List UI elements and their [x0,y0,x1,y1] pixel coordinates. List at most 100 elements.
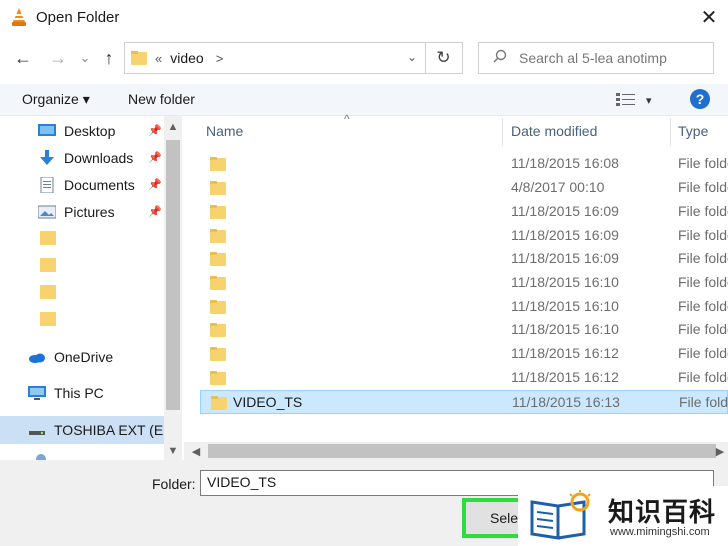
up-button[interactable]: ↑ [96,44,122,72]
table-row[interactable]: 11/18/2015 16:10 File folder [200,295,728,319]
row-type: File folder [678,321,728,337]
scroll-right-icon[interactable]: ▶ [712,442,728,460]
organize-menu[interactable]: Organize ▾ [22,91,90,108]
vlc-app-icon [12,8,26,26]
row-date: 11/18/2015 16:10 [511,298,619,314]
breadcrumb-arrow-icon[interactable]: > [216,51,224,66]
close-button[interactable]: ✕ [692,2,726,32]
table-row[interactable]: 11/18/2015 16:09 File folder [200,224,728,248]
column-header-name[interactable]: Name [206,116,502,146]
row-type: File folder [678,203,728,219]
folder-icon[interactable] [40,231,56,245]
sidebar-item-label: Desktop [64,123,116,139]
search-input[interactable]: Search al 5-lea anotimp [478,42,714,74]
table-row[interactable]: 11/18/2015 16:10 File folder [200,318,728,342]
scroll-down-icon[interactable]: ▼ [164,442,182,460]
row-date: 11/18/2015 16:08 [511,155,619,171]
search-icon [493,49,507,67]
drive-icon [29,431,45,435]
row-type: File folder [678,298,728,314]
watermark-url: www.mimingshi.com [610,526,710,538]
documents-icon [40,177,54,193]
table-row[interactable]: 11/18/2015 16:12 File folder [200,366,728,390]
refresh-icon: ↻ [436,48,451,67]
sidebar-item-label: TOSHIBA EXT (E:) [54,422,172,438]
row-date: 11/18/2015 16:13 [512,394,620,410]
back-button[interactable]: ← [8,44,38,72]
folder-icon[interactable] [40,258,56,272]
chevron-down-icon: ⌄ [79,50,91,65]
sidebar-item-documents[interactable]: Documents [38,173,135,197]
forward-button[interactable]: → [44,44,72,72]
folder-icon [210,252,226,266]
sidebar-item-pictures[interactable]: Pictures [38,200,115,224]
table-row-selected[interactable]: VIDEO_TS 11/18/2015 16:13 File folder [200,390,728,414]
folder-label: Folder: [152,476,196,492]
breadcrumb-video[interactable]: video [170,50,203,66]
table-row[interactable]: 11/18/2015 16:12 File folder [200,342,728,366]
watermark-logo [530,490,591,540]
list-scrollbar-thumb[interactable] [208,444,716,458]
folder-icon [210,276,226,290]
sidebar-item-downloads[interactable]: Downloads [38,146,133,170]
folder-icon[interactable] [40,312,56,326]
breadcrumb-overflow[interactable]: « [155,51,162,66]
recent-locations-button[interactable]: ⌄ [76,44,94,72]
help-button[interactable]: ? [690,89,710,109]
folder-icon [210,205,226,219]
table-row[interactable]: 4/8/2017 00:10 File folder [200,176,728,200]
details-view-icon [616,93,635,106]
row-date: 11/18/2015 16:10 [511,274,619,290]
sidebar-item-this-pc[interactable]: This PC [28,381,104,405]
pin-icon[interactable]: 📌 [148,151,162,164]
nav-scrollbar-thumb[interactable] [166,140,180,410]
row-type: File folder [678,274,728,290]
sidebar-item-onedrive[interactable]: OneDrive [28,345,113,369]
row-date: 11/18/2015 16:09 [511,203,619,219]
row-type: File folder [678,227,728,243]
row-date: 11/18/2015 16:09 [511,250,619,266]
row-date: 4/8/2017 00:10 [511,179,605,195]
table-row[interactable]: 11/18/2015 16:10 File folder [200,271,728,295]
table-row[interactable]: 11/18/2015 16:09 File folder [200,247,728,271]
refresh-button[interactable]: ↻ [425,42,463,74]
row-type: File folder [678,179,728,195]
scroll-up-icon[interactable]: ▲ [164,118,182,136]
new-folder-button[interactable]: New folder [128,91,195,107]
close-icon: ✕ [700,6,718,29]
row-name: VIDEO_TS [233,394,303,410]
column-header-date[interactable]: Date modified [511,116,671,146]
folder-icon [210,181,226,195]
folder-icon [210,371,226,385]
column-header-type[interactable]: Type [678,116,728,146]
chevron-down-icon: ▾ [646,94,652,107]
sidebar-item-label: Downloads [64,150,134,166]
folder-icon[interactable] [40,285,56,299]
address-bar[interactable]: « video > ⌄ [124,42,426,74]
folder-icon [211,396,227,410]
address-dropdown-icon[interactable]: ⌄ [407,50,417,64]
table-row[interactable]: 11/18/2015 16:09 File folder [200,200,728,224]
row-type: File folder [678,345,728,361]
pin-icon[interactable]: 📌 [148,205,162,218]
view-options-button[interactable]: ▾ [616,90,656,110]
window-title: Open Folder [36,9,120,26]
column-divider[interactable] [502,118,503,146]
column-divider[interactable] [670,118,671,146]
scroll-left-icon[interactable]: ◀ [186,442,206,460]
pictures-icon [38,205,56,219]
table-row[interactable]: 11/18/2015 16:08 File folder [200,152,728,176]
pin-icon[interactable]: 📌 [148,178,162,191]
downloads-icon [40,150,54,165]
pin-icon[interactable]: 📌 [148,124,162,137]
search-placeholder: Search al 5-lea anotimp [519,50,667,66]
folder-icon [210,323,226,337]
sidebar-item-desktop[interactable]: Desktop [38,119,115,143]
sidebar-item-label: This PC [54,385,104,401]
folder-icon [210,157,226,171]
row-type: File folder [679,394,728,410]
sidebar-item-toshiba-drive[interactable]: TOSHIBA EXT (E:) [28,418,172,442]
cloud-icon [29,353,45,363]
computer-icon [28,386,46,400]
row-date: 11/18/2015 16:09 [511,227,619,243]
